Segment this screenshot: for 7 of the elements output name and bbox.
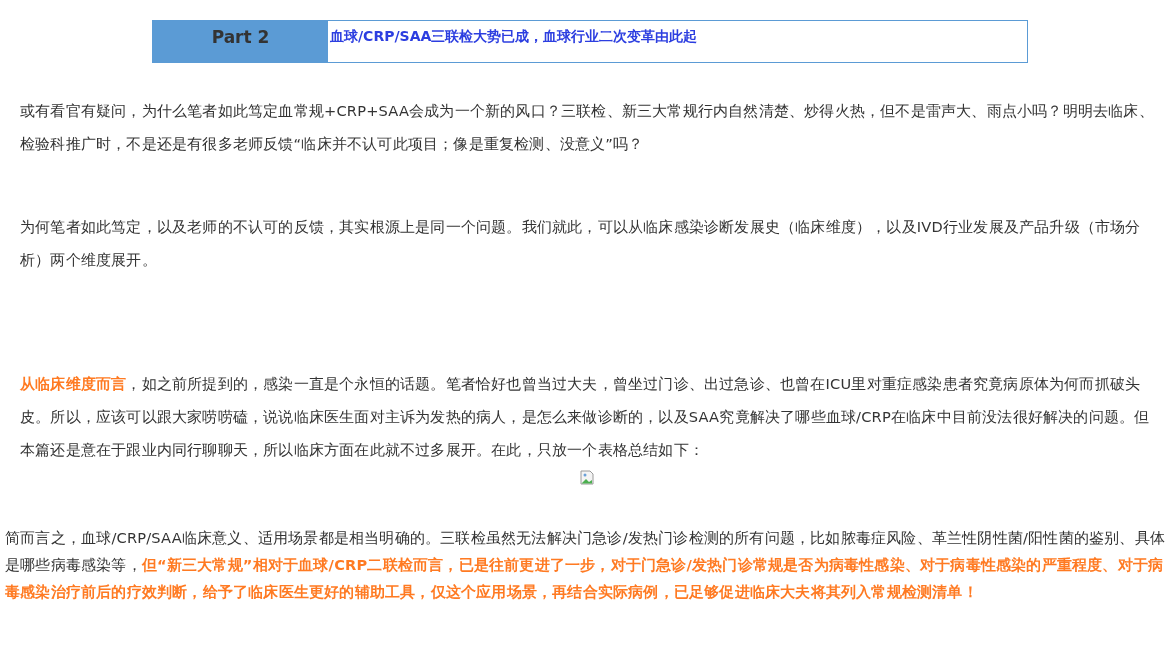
broken-image-icon — [580, 470, 596, 486]
section-title: 血球/CRP/SAA三联检大势已成，血球行业二次变革由此起 — [329, 27, 698, 46]
summary-paragraph: 简而言之，血球/CRP/SAA临床意义、适用场景都是相当明确的。三联检虽然无法解决门急诊/发热门诊检测的所有问题，比如脓毒症风险、革兰性阴性菌/阳性菌的鉴别、具体是哪些病毒感染等，但“新三大常规”相对于血球/CRP二联检而言，已是往前更进了一步，对于门急诊/发热门诊常规是否为病毒性感染、对于病毒性感染的严重程度、对于病毒感染治疗前后的疗效判断，给予了临床医生更好的辅助工具，仅这个应用场景，再结合实际病例，已足够促进临床大夫将其列入常规检测清单！ — [4, 528, 1166, 602]
body-paragraph: 或有看官有疑问，为什么笔者如此笃定血常规+CRP+SAA会成为一个新的风口？三联检、新三大常规行内自然清楚、炒得火热，但不是雷声大、雨点小吗？明明去临床、检验科推广时，不是还是有很多老师反馈“临床并不认可此项目；像是重复检测、没意义”吗？ — [19, 101, 1155, 154]
body-paragraph: 为何笔者如此笃定，以及老师的不认可的反馈，其实根源上是同一个问题。我们就此，可以从临床感染诊断发展史（临床维度），以及IVD行业发展及产品升级（市场分析）两个维度展开。 — [19, 217, 1142, 270]
part-label: Part 2 — [153, 21, 328, 62]
body-paragraph: 从临床维度而言，如之前所提到的，感染一直是个永恒的话题。笔者恰好也曾当过大夫，曾坐过门诊、出过急诊、也曾在ICU里对重症感染患者究竟病原体为何而抓破头皮。所以，应该可以跟大家唠唠磕，说说临床医生面对主诉为发热的病人，是怎么来做诊断的，以及SAA究竟解决了哪些血球/CRP在临床中目前没法很好解决的问题。但本篇还是意在于跟业内同行聊聊天，所以临床方面在此就不过多展开。在此，只放一个表格总结如下： — [19, 374, 1151, 460]
